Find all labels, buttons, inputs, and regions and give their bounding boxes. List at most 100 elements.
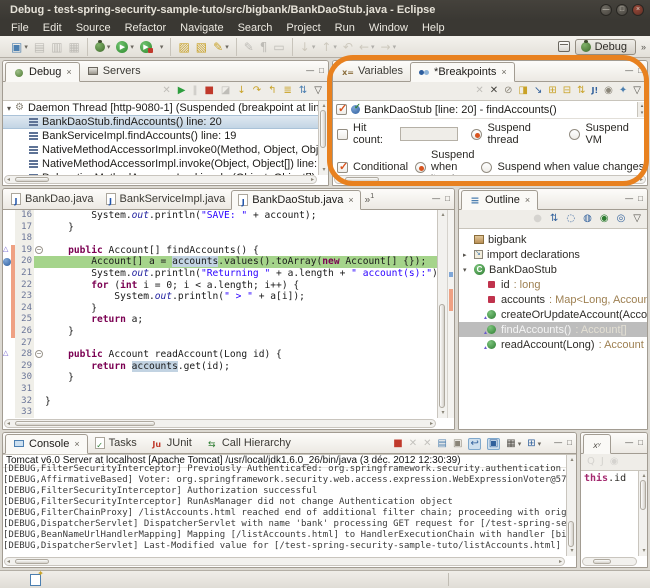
code-line[interactable]: 31 bbox=[3, 384, 437, 396]
breakpoint-entry-row[interactable]: BankDaoStub [line: 20] - findAccounts() … bbox=[333, 101, 647, 119]
scroll-down-icon[interactable]: ▾ bbox=[439, 409, 447, 417]
breakpoint-marker[interactable] bbox=[3, 256, 11, 268]
scrollbar-thumb[interactable] bbox=[320, 110, 326, 148]
outline-item-findaccounts[interactable]: findAccounts() : Account[] bbox=[459, 322, 647, 337]
console-vscrollbar[interactable]: ▴ ▾ bbox=[566, 455, 576, 556]
fold-toggle[interactable]: − bbox=[34, 349, 45, 361]
scrollbar-thumb[interactable] bbox=[345, 177, 379, 182]
code-line[interactable]: 16 System.out.println("SAVE: " + account… bbox=[3, 210, 437, 222]
scroll-up-icon[interactable]: ▴ bbox=[320, 102, 328, 110]
code-line[interactable]: 29 return accounts.get(id); bbox=[3, 361, 437, 373]
outline-item-id[interactable]: id : long bbox=[459, 277, 647, 292]
tab-bankserviceimpl-java[interactable]: BankServiceImpl.java bbox=[100, 189, 232, 209]
new-wizard-icon[interactable]: ▣▾ bbox=[11, 40, 28, 54]
view-menu-icon[interactable]: ▽ bbox=[314, 84, 322, 98]
breakpoints-hscrollbar[interactable]: ◂ ▸ bbox=[334, 175, 646, 184]
outline-item-bigbank[interactable]: bigbank bbox=[459, 232, 647, 247]
perspective-overflow-icon[interactable]: » bbox=[641, 42, 646, 52]
suspend-thread-radio[interactable] bbox=[471, 129, 482, 140]
open-type-icon[interactable]: ▧ bbox=[196, 40, 207, 54]
use-step-filters-icon[interactable]: ⇅ bbox=[299, 84, 307, 98]
code-line[interactable]: 30 } bbox=[3, 372, 437, 384]
outline-item-createorupdateaccount-account[interactable]: createOrUpdateAccount(Account) : void bbox=[459, 307, 647, 322]
scroll-left-icon[interactable]: ◂ bbox=[7, 558, 10, 566]
scrollbar-thumb[interactable] bbox=[593, 559, 611, 564]
fold-toggle[interactable]: − bbox=[34, 245, 45, 257]
menu-source[interactable]: Source bbox=[69, 20, 118, 36]
minimize-icon[interactable]: — bbox=[625, 66, 633, 76]
pin-console-icon[interactable]: ▣ bbox=[487, 438, 500, 450]
display-vscrollbar[interactable]: ▴ ▾ bbox=[638, 471, 647, 556]
debug-tree-hscrollbar[interactable]: ◂ ▸ bbox=[4, 175, 317, 184]
menu-window[interactable]: Window bbox=[362, 20, 415, 36]
step-return-icon[interactable]: ↰ bbox=[268, 84, 276, 98]
drop-to-frame-icon[interactable]: ≣ bbox=[284, 84, 292, 98]
scrollbar-thumb[interactable] bbox=[15, 559, 49, 564]
clear-console-icon[interactable]: ▤ bbox=[438, 438, 447, 450]
code-line[interactable]: 27 bbox=[3, 338, 437, 350]
terminate-icon[interactable]: ■ bbox=[204, 84, 213, 98]
tab-outline[interactable]: Outline× bbox=[461, 190, 538, 210]
sort-icon[interactable]: ⇅ bbox=[550, 212, 558, 226]
override-marker[interactable]: △ bbox=[3, 349, 11, 361]
outline-item-accounts[interactable]: accounts : Map<Long, Account> bbox=[459, 292, 647, 307]
menu-navigate[interactable]: Navigate bbox=[173, 20, 230, 36]
scroll-right-icon[interactable]: ▸ bbox=[640, 176, 643, 184]
tab-tasks[interactable]: Tasks bbox=[88, 433, 144, 453]
tab-debug[interactable]: Debug× bbox=[5, 62, 80, 82]
code-line[interactable]: △28− public Account readAccount(Long id)… bbox=[3, 349, 437, 361]
collapse-all-icon[interactable]: ⊟ bbox=[563, 84, 571, 98]
close-button[interactable]: × bbox=[632, 4, 644, 16]
display-expression[interactable]: this.id bbox=[581, 471, 638, 556]
hide-static-members-icon[interactable]: ◍ bbox=[583, 212, 592, 226]
stack-frame[interactable]: BankServiceImpl.findAccounts() line: 19 bbox=[3, 129, 318, 143]
maximize-button[interactable]: □ bbox=[616, 4, 628, 16]
outline-item-readaccount-long[interactable]: readAccount(Long) : Account bbox=[459, 337, 647, 352]
view-menu-icon[interactable]: ▽ bbox=[633, 84, 641, 98]
scroll-up-icon[interactable]: ▴ bbox=[568, 456, 576, 464]
filters-icon[interactable]: ◉ bbox=[604, 84, 613, 98]
thread-node[interactable]: ▾⚙Daemon Thread [http-9080-1] (Suspended… bbox=[3, 101, 318, 115]
close-icon[interactable]: × bbox=[501, 67, 506, 77]
hide-local-types-icon[interactable]: ◎ bbox=[617, 212, 626, 226]
suspend-value-change-radio[interactable] bbox=[481, 162, 492, 173]
close-icon[interactable]: × bbox=[74, 439, 79, 449]
code-line[interactable]: 21 System.out.println("Returning " + a.l… bbox=[3, 268, 437, 280]
scrollbar-thumb[interactable] bbox=[640, 480, 646, 510]
open-console-icon[interactable]: ⊞▾ bbox=[527, 438, 541, 450]
overview-ruler[interactable] bbox=[447, 210, 454, 418]
code-line[interactable]: 22 for (int i = 0; i < a.length; i++) { bbox=[3, 280, 437, 292]
menu-run[interactable]: Run bbox=[328, 20, 362, 36]
tab-call-hierarchy[interactable]: Call Hierarchy bbox=[199, 433, 298, 453]
code-line[interactable]: 24 } bbox=[3, 303, 437, 315]
code-line[interactable]: 33 bbox=[3, 407, 437, 418]
scroll-right-icon[interactable]: ▸ bbox=[430, 420, 433, 428]
code-line[interactable]: 23 System.out.println(" > " + a[i]); bbox=[3, 291, 437, 303]
expander-icon[interactable]: ▸ bbox=[463, 251, 470, 259]
link-with-debug-view-icon[interactable]: ↘ bbox=[534, 84, 542, 98]
display-hscrollbar[interactable] bbox=[582, 557, 637, 566]
code-editor[interactable]: 16 System.out.println("SAVE: " + account… bbox=[3, 210, 437, 418]
display-selected-console-icon[interactable]: ▦▾ bbox=[506, 438, 521, 450]
expand-all-icon[interactable]: ⊞ bbox=[548, 84, 556, 98]
conditional-checkbox[interactable] bbox=[337, 162, 348, 173]
maximize-icon[interactable]: □ bbox=[319, 66, 324, 76]
maximize-icon[interactable]: □ bbox=[445, 194, 450, 204]
minimize-icon[interactable]: — bbox=[432, 194, 440, 204]
minimize-icon[interactable]: — bbox=[306, 66, 314, 76]
menu-project[interactable]: Project bbox=[279, 20, 327, 36]
tab-bankdaostub-java[interactable]: BankDaoStub.java× bbox=[231, 190, 360, 210]
menu-refactor[interactable]: Refactor bbox=[118, 20, 174, 36]
suspend-vm-radio[interactable] bbox=[569, 129, 580, 140]
scrollbar-thumb[interactable] bbox=[439, 304, 445, 408]
outline-item-import-declarations[interactable]: ▸import declarations bbox=[459, 247, 647, 262]
tab-view[interactable] bbox=[583, 434, 611, 454]
scroll-right-icon[interactable]: ▸ bbox=[311, 176, 314, 184]
mark-occurrences-icon[interactable]: ✎▾ bbox=[213, 40, 229, 54]
close-icon[interactable]: × bbox=[525, 195, 530, 205]
maximize-icon[interactable]: □ bbox=[638, 438, 643, 448]
code-line[interactable]: 32} bbox=[3, 396, 437, 408]
menu-edit[interactable]: Edit bbox=[36, 20, 69, 36]
open-perspective-icon[interactable] bbox=[558, 41, 570, 52]
close-icon[interactable]: × bbox=[66, 67, 71, 77]
